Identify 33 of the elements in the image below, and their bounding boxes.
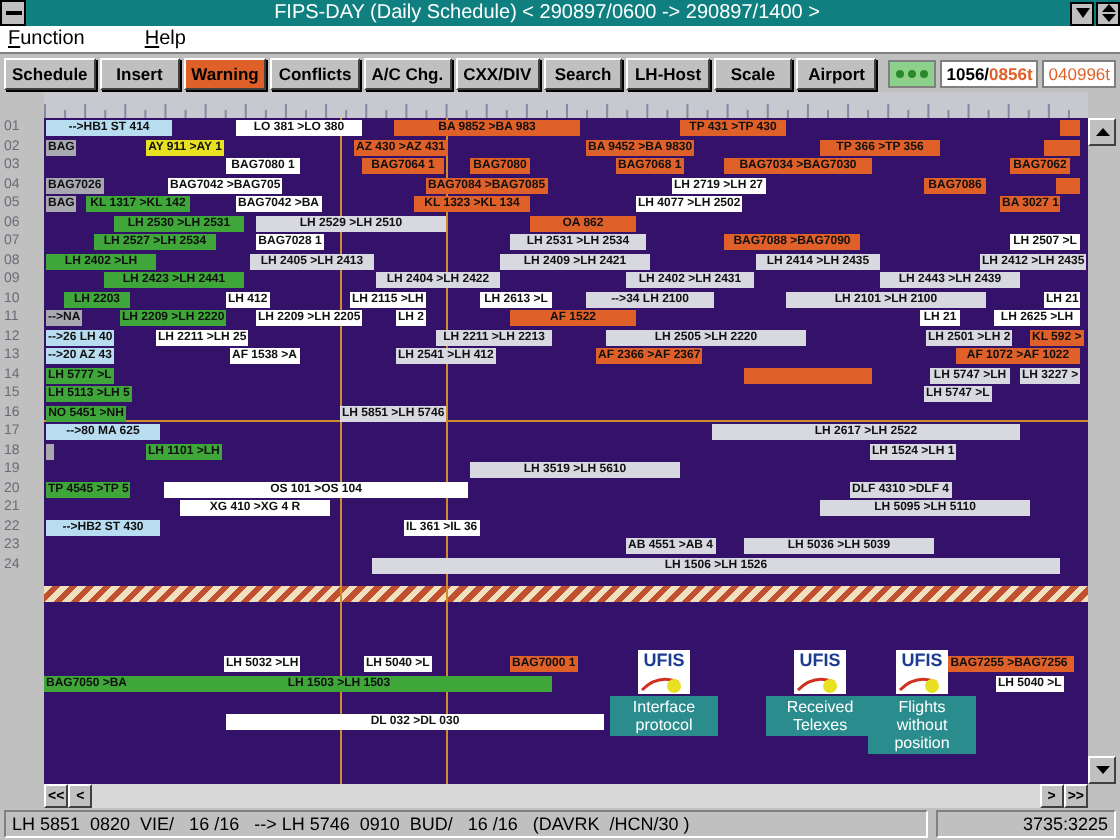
toolbar-button[interactable]: Conflicts xyxy=(270,57,360,89)
flight-bar[interactable] xyxy=(744,367,872,383)
window-label[interactable]: Flights without position xyxy=(868,696,976,754)
maximize-icon[interactable] xyxy=(1096,1,1120,25)
flight-bar[interactable] xyxy=(46,443,54,459)
status-text: LH 5851 0820 VIE/ 16 /16 --> LH 5746 0910 BUD/ 16 /16 (DAVRK /HCN/30 ) xyxy=(4,810,928,838)
date-field: 040996t xyxy=(1042,59,1117,87)
toolbar-button[interactable]: Schedule xyxy=(4,57,96,89)
minimize-icon[interactable] xyxy=(1070,1,1094,25)
window-label[interactable]: Received Telexes xyxy=(766,696,874,736)
window-label[interactable]: Interface protocol xyxy=(610,696,718,736)
flight-bar[interactable] xyxy=(1056,177,1080,193)
logo[interactable]: UFIS xyxy=(638,650,690,694)
toolbar-button[interactable]: CXX/DIV xyxy=(455,57,540,89)
status-lamp-icon xyxy=(888,59,937,87)
flight-bar[interactable] xyxy=(1044,139,1080,155)
flight-counter: 1056/0856t xyxy=(940,59,1039,87)
toolbar-button[interactable]: Airport xyxy=(796,57,877,89)
scroll-up-icon[interactable] xyxy=(1088,118,1116,146)
window-title: FIPS-DAY (Daily Schedule) < 290897/0600 -> 290897/1400 > xyxy=(272,2,822,24)
toolbar-button[interactable]: Search xyxy=(543,57,623,89)
logo[interactable]: UFIS xyxy=(896,650,948,694)
toolbar-button[interactable]: Insert xyxy=(99,57,180,89)
toolbar-button[interactable]: Scale xyxy=(713,57,793,89)
menu-item[interactable]: Function xyxy=(8,28,85,50)
system-menu-icon[interactable] xyxy=(0,0,26,26)
logo[interactable]: UFIS xyxy=(794,650,846,694)
toolbar-button[interactable]: A/C Chg. xyxy=(363,57,452,89)
menu-item[interactable]: Help xyxy=(144,28,186,50)
status-position: 3735:3225 xyxy=(936,810,1116,838)
scroll-down-icon[interactable] xyxy=(1088,756,1116,784)
toolbar-button[interactable]: Warning xyxy=(183,57,267,89)
toolbar-button[interactable]: LH-Host xyxy=(626,57,710,89)
